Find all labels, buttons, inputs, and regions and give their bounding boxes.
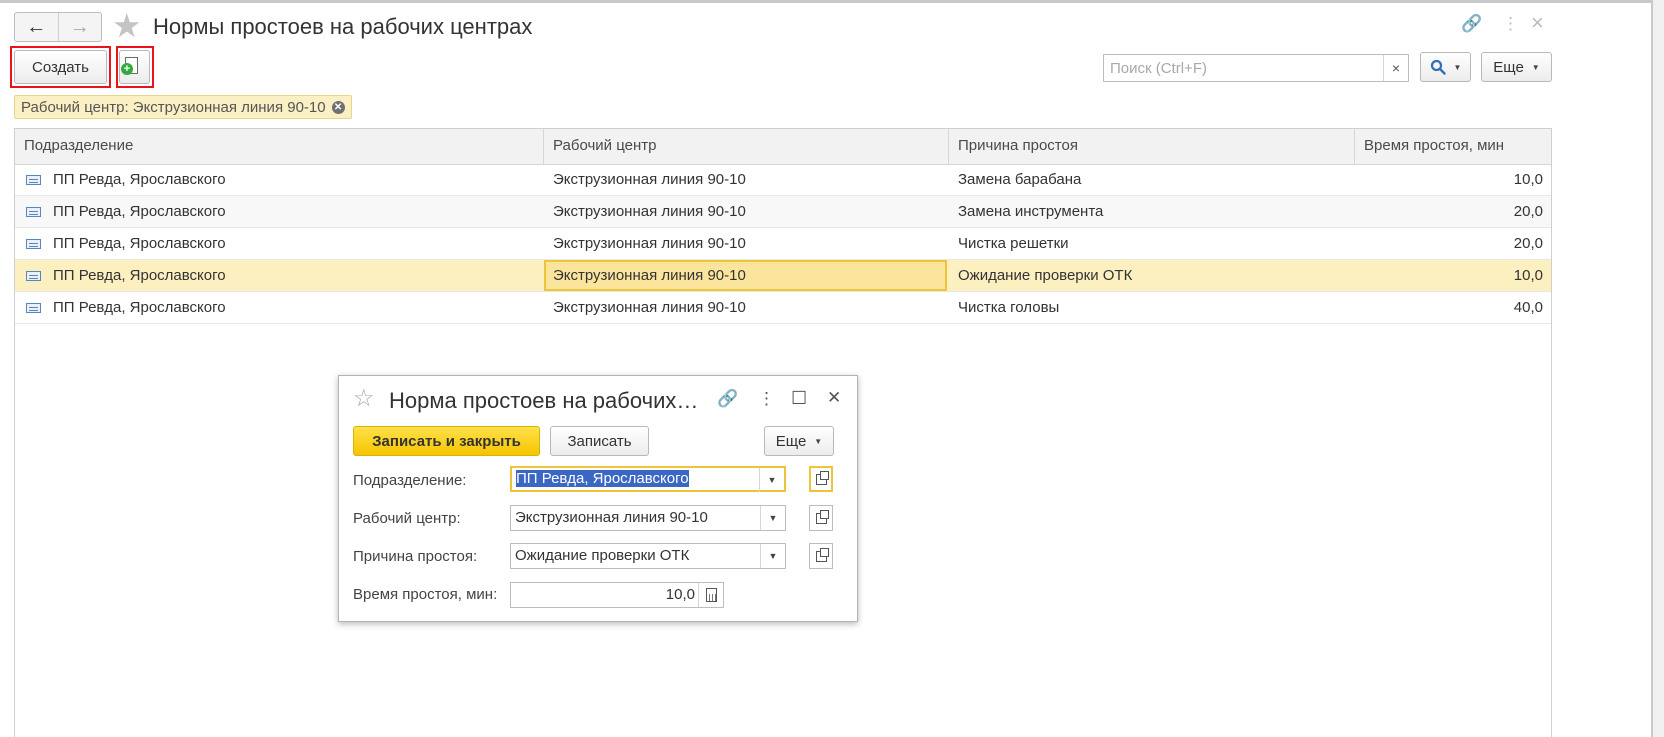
close-icon[interactable]: ✕ [827, 389, 841, 406]
chevron-down-icon[interactable]: ▼ [760, 544, 785, 568]
department-value: ПП Ревда, Ярославского [516, 470, 689, 487]
cell-downtime: 20,0 [1513, 235, 1543, 252]
cell-department: ПП Ревда, Ярославского [53, 299, 226, 316]
arrow-left-icon: ← [26, 15, 47, 38]
save-button-label: Записать [567, 432, 632, 450]
save-and-close-button[interactable]: Записать и закрыть [353, 426, 540, 456]
create-highlight-frame [10, 46, 111, 88]
arrow-right-icon: → [69, 15, 90, 38]
record-icon [26, 175, 41, 185]
cell-reason: Чистка головы [958, 299, 1060, 316]
forward-button[interactable]: → [59, 13, 102, 41]
cell-department: ПП Ревда, Ярославского [53, 171, 226, 188]
back-button[interactable]: ← [15, 13, 59, 41]
cell-workcenter-focused[interactable]: Экструзионная линия 90-10 [544, 260, 947, 291]
chevron-down-icon: ▼ [1531, 62, 1540, 72]
cell-reason: Чистка решетки [958, 235, 1069, 252]
department-open-button[interactable] [809, 466, 833, 492]
favorite-star-icon[interactable]: ☆ [353, 387, 375, 411]
workcenter-label: Рабочий центр: [353, 510, 461, 527]
cell-reason: Ожидание проверки ОТК [958, 267, 1133, 284]
maximize-icon[interactable]: ☐ [791, 389, 807, 407]
navigation-group: ← → [14, 12, 102, 42]
cell-department: ПП Ревда, Ярославского [53, 235, 226, 252]
filter-chip-label: Рабочий центр: Экструзионная линия 90-10 [21, 98, 326, 116]
downtime-field[interactable]: 10,0 [510, 582, 724, 608]
cell-workcenter: Экструзионная линия 90-10 [553, 299, 746, 316]
record-icon [26, 303, 41, 313]
more-menu-icon[interactable]: ⋮ [758, 390, 775, 407]
workcenter-open-button[interactable] [809, 505, 833, 531]
close-icon[interactable]: × [1531, 12, 1544, 34]
search-icon [1430, 59, 1446, 75]
cell-downtime: 10,0 [1513, 267, 1543, 284]
more-button[interactable]: Еще ▼ [1481, 52, 1552, 82]
search-input[interactable] [1104, 55, 1386, 81]
search-clear-button[interactable]: × [1383, 55, 1408, 81]
dialog-more-label: Еще [775, 432, 807, 450]
downtime-label: Время простоя, мин: [353, 586, 498, 603]
record-icon [26, 271, 41, 281]
clear-icon: × [1391, 60, 1401, 76]
column-header-workcenter[interactable]: Рабочий центр [543, 129, 948, 164]
workcenter-field[interactable]: Экструзионная линия 90-10 ▼ [510, 505, 786, 531]
page-title: Нормы простоев на рабочих центрах [153, 14, 533, 39]
dialog-more-button[interactable]: Еще ▼ [764, 426, 834, 456]
column-header-reason[interactable]: Причина простоя [948, 129, 1353, 164]
workcenter-value: Экструзионная линия 90-10 [515, 509, 708, 526]
search-button[interactable]: ▼ [1420, 52, 1471, 82]
link-icon[interactable]: 🔗 [1461, 15, 1482, 32]
vertical-scrollbar[interactable] [1653, 0, 1664, 737]
cell-downtime: 10,0 [1513, 171, 1543, 188]
column-header-downtime[interactable]: Время простоя, мин [1354, 129, 1551, 164]
cell-department: ПП Ревда, Ярославского [53, 203, 226, 220]
table-header: Подразделение Рабочий центр Причина прос… [15, 129, 1551, 165]
reason-label: Причина простоя: [353, 548, 478, 565]
downtime-value: 10,0 [665, 586, 695, 603]
record-icon [26, 239, 41, 249]
record-dialog: ☆ Норма простоев на рабочих… 🔗 ⋮ ☐ ✕ Зап… [338, 375, 858, 622]
table-row[interactable]: ПП Ревда, Ярославского Экструзионная лин… [15, 228, 1551, 260]
open-window-icon [815, 547, 829, 562]
record-icon [26, 207, 41, 217]
table-row[interactable]: ПП Ревда, Ярославского Экструзионная лин… [15, 164, 1551, 196]
cell-workcenter: Экструзионная линия 90-10 [553, 235, 746, 252]
search-field[interactable]: × [1103, 54, 1409, 82]
reason-field[interactable]: Ожидание проверки ОТК ▼ [510, 543, 786, 569]
reason-open-button[interactable] [809, 543, 833, 569]
open-window-icon [815, 509, 829, 524]
chevron-down-icon[interactable]: ▼ [759, 468, 784, 492]
more-button-label: Еще [1493, 58, 1524, 76]
cell-department: ПП Ревда, Ярославского [53, 267, 226, 284]
department-label: Подразделение: [353, 472, 467, 489]
table-row[interactable]: ПП Ревда, Ярославского Экструзионная лин… [15, 196, 1551, 228]
cell-reason: Замена барабана [958, 171, 1082, 188]
window-top-border [0, 0, 1664, 3]
reason-value: Ожидание проверки ОТК [515, 547, 690, 564]
more-menu-icon[interactable]: ⋮ [1502, 15, 1519, 32]
cell-workcenter: Экструзионная линия 90-10 [553, 203, 746, 220]
remove-filter-icon[interactable]: ✕ [331, 100, 345, 114]
cell-downtime: 40,0 [1513, 299, 1543, 316]
link-icon[interactable]: 🔗 [717, 390, 738, 407]
open-window-icon [815, 470, 829, 485]
calculator-icon [705, 588, 717, 602]
table-row-selected[interactable]: ПП Ревда, Ярославского Экструзионная лин… [15, 260, 1551, 292]
calculator-button[interactable] [698, 583, 723, 607]
cell-reason: Замена инструмента [958, 203, 1104, 220]
table-row[interactable]: ПП Ревда, Ярославского Экструзионная лин… [15, 292, 1551, 324]
department-field[interactable]: ПП Ревда, Ярославского ▼ [510, 466, 786, 492]
chevron-down-icon[interactable]: ▼ [760, 506, 785, 530]
filter-chip[interactable]: Рабочий центр: Экструзионная линия 90-10… [14, 95, 352, 119]
chevron-down-icon: ▼ [1453, 62, 1462, 72]
dialog-title: Норма простоев на рабочих… [389, 388, 699, 413]
column-header-department[interactable]: Подразделение [15, 129, 543, 164]
chevron-down-icon: ▼ [814, 436, 823, 446]
cell-workcenter: Экструзионная линия 90-10 [553, 171, 746, 188]
copy-highlight-frame [116, 46, 154, 88]
save-button[interactable]: Записать [550, 426, 649, 456]
cell-downtime: 20,0 [1513, 203, 1543, 220]
save-and-close-label: Записать и закрыть [372, 432, 521, 450]
favorite-star-icon[interactable]: ★ [112, 9, 142, 42]
